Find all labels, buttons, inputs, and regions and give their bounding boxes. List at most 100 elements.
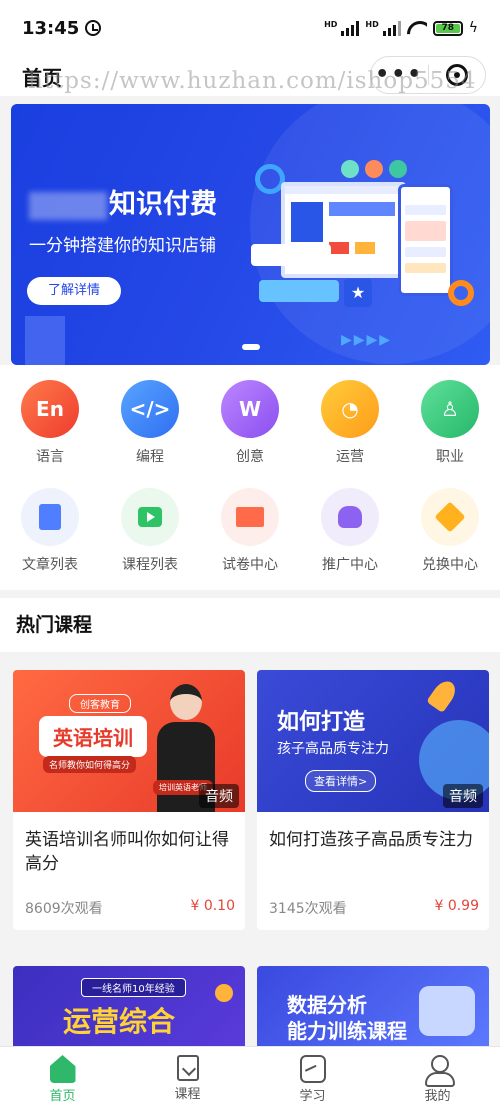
video-icon [121,488,179,546]
section-title: 热门课程 [16,614,93,636]
tab-profile[interactable]: 我的 [375,1047,500,1111]
battery-level: 78 [435,23,460,33]
shortcut-label: 试卷中心 [222,557,278,573]
carousel-indicator[interactable] [242,344,260,350]
status-bar: 13:45 HD HD 78 ϟ [0,0,500,56]
shortcut-promotion[interactable]: 推广中心 [300,488,400,574]
course-meta: 8609次观看 ¥ 0.10 [13,888,245,930]
charging-icon: ϟ [468,20,478,36]
hd-label-2: HD [365,20,379,29]
shortcut-redeem[interactable]: 兑换中心 [400,488,500,574]
category-language[interactable]: En 语言 [0,380,100,466]
book-icon [221,488,279,546]
course-price: ¥ 0.99 [434,898,479,914]
shortcut-exams[interactable]: 试卷中心 [200,488,300,574]
signal-icon-2 [382,20,401,36]
thumb-label: 一线名师10年经验 [81,978,186,997]
bulb-icon: W [221,380,279,438]
category-label: 编程 [136,449,164,465]
cube-decoration [25,316,65,365]
banner-title: 知识付费 [29,182,217,221]
code-icon: </> [121,380,179,438]
gear-icon [448,280,474,306]
tab-courses[interactable]: 课程 [125,1047,250,1111]
status-time: 13:45 [22,17,80,39]
category-label: 语言 [36,449,64,465]
people-illustration [341,160,407,178]
person-icon: ♙ [421,380,479,438]
thumb-button: 查看详情> [305,770,377,792]
signal-icon [341,20,360,36]
floating-card-2 [259,280,339,302]
category-label: 运营 [336,449,364,465]
money-bag-icon [321,488,379,546]
course-name: 如何打造孩子高品质专注力 [269,830,473,850]
course-thumbnail: 如何打造 孩子高品质专注力 查看详情> 音频 [257,670,489,812]
tab-label: 学习 [299,1089,326,1104]
tab-home[interactable]: 首页 [0,1047,125,1111]
thumb-title: 如何打造 [277,710,366,735]
view-count: 3145次观看 [269,901,347,917]
bookmark-icon [176,1055,199,1081]
floating-card [251,244,331,266]
category-programming[interactable]: </> 编程 [100,380,200,466]
blurred-logo [29,191,107,220]
course-card[interactable]: 创客教育 英语培训 名师教你如何得高分 培训英语老师 音频 英语培训名师叫你如何… [13,670,245,930]
alarm-icon [85,20,102,36]
thumb-title: 数据分析 能力训练课程 [287,993,407,1043]
learn-more-button[interactable]: 了解详情 [27,277,121,305]
star-icon: ★ [344,279,372,307]
category-creative[interactable]: W 创意 [200,380,300,466]
trend-icon [299,1055,326,1083]
header: 首页 ••• https://www.huzhan.com/ishop5554 [0,56,500,96]
ball-decoration [215,984,233,1002]
banner-subtitle: 一分钟搭建你的知识店铺 [29,236,216,256]
tab-label: 课程 [174,1087,201,1102]
article-icon [21,488,79,546]
bottom-tab-bar: 首页 课程 学习 我的 [0,1046,500,1111]
rocket-icon [426,676,460,714]
shortcut-label: 课程列表 [122,557,178,573]
category-grid: En 语言 </> 编程 W 创意 ◔ 运营 ♙ 职业 文章列表 课程列表 试卷… [0,365,500,590]
thumb-subtitle: 孩子高品质专注力 [277,741,389,757]
category-label: 创意 [236,449,264,465]
course-price: ¥ 0.10 [190,898,235,914]
shortcut-label: 兑换中心 [422,557,478,573]
category-label: 职业 [436,449,464,465]
tab-label: 首页 [49,1089,76,1104]
audio-tag: 音频 [443,784,483,808]
en-icon: En [21,380,79,438]
hot-courses-header: 热门课程 [0,598,500,652]
shortcut-label: 文章列表 [22,557,78,573]
view-count: 8609次观看 [25,901,103,917]
shortcut-articles[interactable]: 文章列表 [0,488,100,574]
audio-tag: 音频 [199,784,239,808]
wifi-icon [407,21,427,35]
promo-banner[interactable]: ★ ▶▶▶▶ 知识付费 一分钟搭建你的知识店铺 了解详情 [11,104,490,365]
tab-label: 我的 [424,1089,451,1104]
thumb-subtitle: 名师教你如何得高分 [43,756,137,773]
diamond-icon [421,488,479,546]
shortcut-label: 推广中心 [322,557,378,573]
banner-title-text: 知识付费 [109,189,217,220]
chart-icon: ◔ [321,380,379,438]
watermark: https://www.huzhan.com/ishop5554 [28,68,477,94]
hd-label-1: HD [324,20,338,29]
user-icon [424,1055,455,1087]
course-name: 英语培训名师叫你如何让得高分 [25,830,229,874]
shortcut-courses[interactable]: 课程列表 [100,488,200,574]
category-operations[interactable]: ◔ 运营 [300,380,400,466]
phone-illustration [419,986,475,1036]
hot-courses-section: 热门课程 创客教育 英语培训 名师教你如何得高分 培训英语老师 音频 英语培训名… [0,598,500,1066]
course-thumbnail: 创客教育 英语培训 名师教你如何得高分 培训英语老师 音频 [13,670,245,812]
category-career[interactable]: ♙ 职业 [400,380,500,466]
thumb-title: 运营综合 [63,1005,176,1038]
status-icons: HD HD 78 ϟ [324,20,478,36]
arrows-decoration: ▶▶▶▶ [341,332,393,348]
course-card[interactable]: 如何打造 孩子高品质专注力 查看详情> 音频 如何打造孩子高品质专注力 3145… [257,670,489,930]
thumb-brand: 创客教育 [69,694,131,713]
tab-learning[interactable]: 学习 [250,1047,375,1111]
course-meta: 3145次观看 ¥ 0.99 [257,888,489,930]
battery-icon: 78 [432,20,463,36]
thumb-title: 英语培训 [39,716,147,757]
